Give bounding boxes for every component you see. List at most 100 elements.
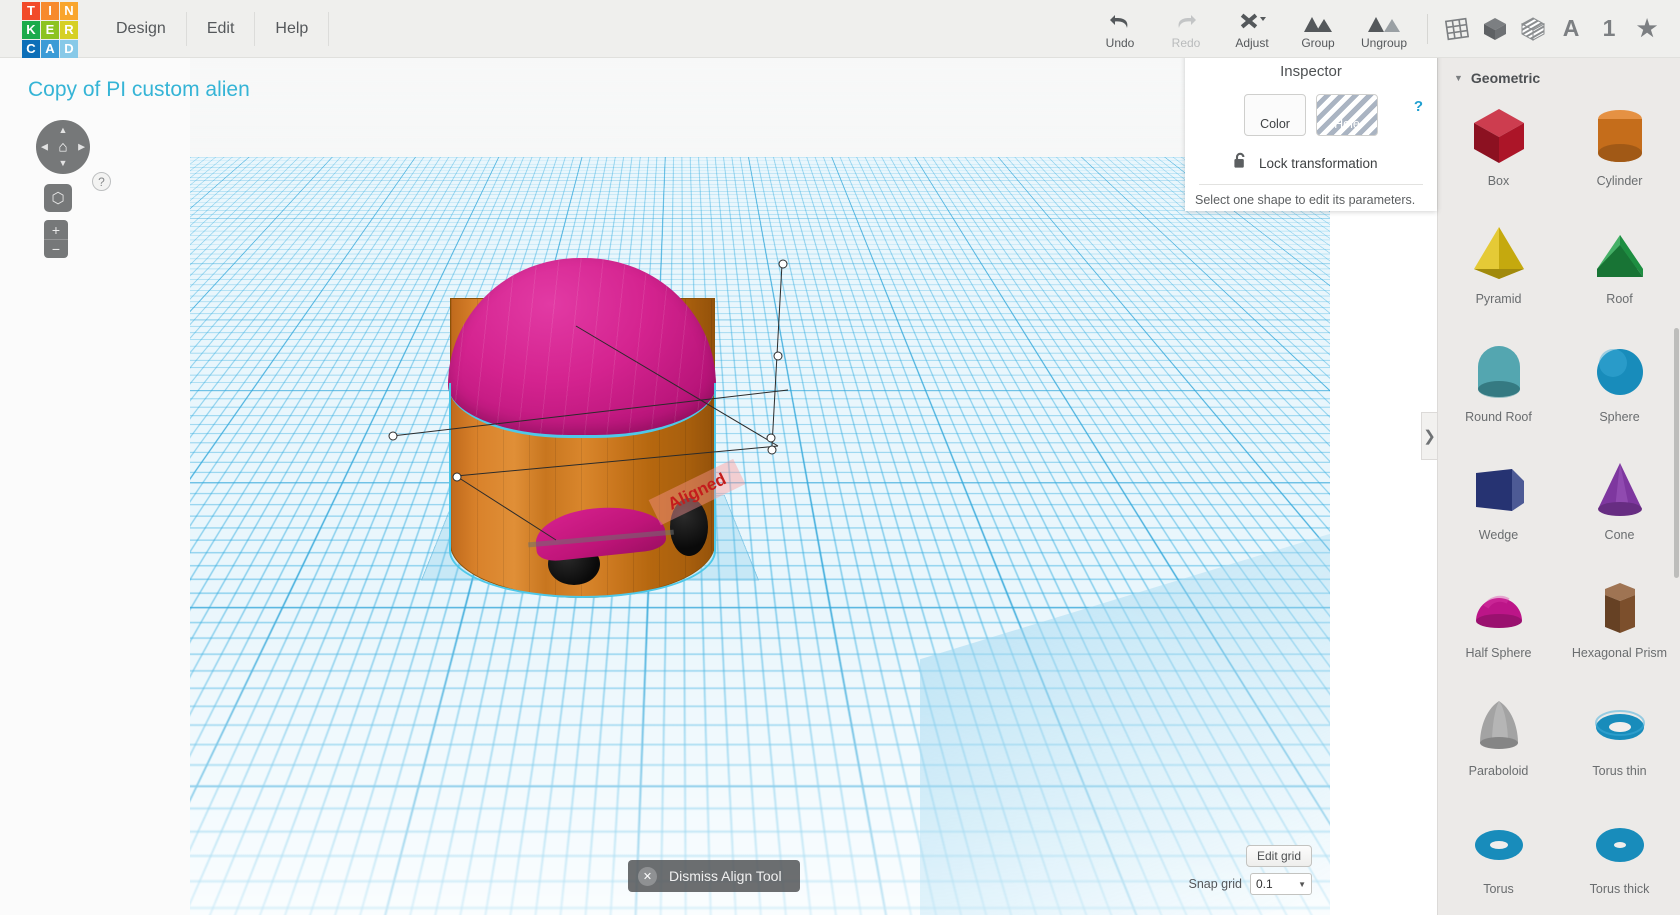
inspector-panel: Inspector ? Color Hole Lock transformati…: [1185, 53, 1437, 211]
redo-button[interactable]: Redo: [1153, 0, 1219, 58]
cylinder-thumbnail-icon: [1585, 96, 1655, 176]
shape-item-sphere[interactable]: Sphere: [1559, 332, 1680, 444]
zoom-out-button[interactable]: −: [44, 239, 68, 258]
unlock-icon: [1234, 152, 1248, 174]
shape-item-roof[interactable]: Roof: [1559, 214, 1680, 326]
orbit-right-icon[interactable]: ▶: [78, 142, 85, 152]
lock-transformation-row[interactable]: Lock transformation: [1234, 152, 1437, 174]
shape-library-panel: ▼ Geometric Box Cylinder Pyramid Roof Round …: [1437, 58, 1680, 915]
color-swatch-button[interactable]: Color: [1244, 94, 1306, 136]
torus-thick-thumbnail-icon: [1585, 804, 1655, 884]
dismiss-align-tool-button[interactable]: ✕ Dismiss Align Tool: [628, 860, 800, 892]
number-icon[interactable]: 1: [1590, 0, 1628, 58]
torus-thumbnail-icon: [1464, 804, 1534, 884]
shape-label: Torus thick: [1589, 882, 1650, 896]
shape-item-cylinder[interactable]: Cylinder: [1559, 96, 1680, 208]
box-thumbnail-icon: [1464, 96, 1534, 176]
torus-thin-thumbnail-icon: [1585, 686, 1655, 766]
library-scrollbar[interactable]: [1674, 328, 1679, 578]
top-toolbar: TINKERCAD Design Edit Help Undo Redo Adj…: [0, 0, 1680, 58]
ungroup-label: Ungroup: [1360, 36, 1408, 50]
hex-prism-thumbnail-icon: [1585, 568, 1655, 648]
logo-tile-n: N: [60, 1, 78, 20]
shape-label: Cylinder: [1596, 174, 1643, 188]
tinkercad-logo[interactable]: TIN KER CAD: [22, 1, 78, 58]
logo-tile-a: A: [41, 39, 59, 58]
logo-tile-i: I: [41, 1, 59, 20]
inspector-help-icon[interactable]: ?: [1414, 98, 1423, 115]
zoom-controls[interactable]: + −: [44, 220, 68, 258]
3d-canvas[interactable]: Copy of PI custom alien ▲ ▼ ◀ ▶ ⌂ ⬡ + − …: [0, 58, 1330, 915]
shape-item-paraboloid[interactable]: Paraboloid: [1438, 686, 1559, 798]
snap-grid-select[interactable]: 0.1 ▼: [1250, 873, 1312, 895]
orbit-up-icon[interactable]: ▲: [59, 126, 68, 135]
adjust-icon: [1237, 7, 1267, 33]
shape-item-half-sphere[interactable]: Half Sphere: [1438, 568, 1559, 680]
shape-item-torus[interactable]: Torus: [1438, 804, 1559, 915]
color-swatch-label: Color: [1260, 117, 1290, 131]
shape-label: Hexagonal Prism: [1571, 646, 1668, 660]
shape-label: Roof: [1606, 292, 1633, 306]
roof-thumbnail-icon: [1585, 214, 1655, 294]
snap-grid-value: 0.1: [1256, 877, 1273, 891]
shape-item-pyramid[interactable]: Pyramid: [1438, 214, 1559, 326]
undo-label: Undo: [1105, 36, 1135, 50]
library-category-header[interactable]: ▼ Geometric: [1438, 58, 1680, 96]
shape-label: Paraboloid: [1468, 764, 1529, 778]
alien-model[interactable]: Aligned: [380, 188, 800, 658]
group-button[interactable]: Group: [1285, 0, 1351, 58]
zoom-in-button[interactable]: +: [44, 220, 68, 239]
shape-item-torus-thin[interactable]: Torus thin: [1559, 686, 1680, 798]
logo-tile-c: C: [22, 39, 40, 58]
shape-label: Torus thin: [1592, 764, 1647, 778]
ungroup-button[interactable]: Ungroup: [1351, 0, 1417, 58]
menu-design[interactable]: Design: [100, 11, 187, 46]
orbit-down-icon[interactable]: ▼: [59, 159, 68, 168]
group-label: Group: [1301, 36, 1335, 50]
edit-grid-button[interactable]: Edit grid: [1245, 845, 1312, 867]
toolbar-actions: Undo Redo Adjust Group Ungroup A 1 ★: [1087, 0, 1680, 58]
logo-tile-e: E: [41, 20, 59, 39]
shape-item-hex-prism[interactable]: Hexagonal Prism: [1559, 568, 1680, 680]
solid-cube-icon[interactable]: [1476, 0, 1514, 58]
main-menu: Design Edit Help: [100, 0, 330, 58]
inspector-swatches: Color Hole: [1185, 94, 1437, 136]
undo-icon: [1107, 7, 1133, 33]
shape-grid: Box Cylinder Pyramid Roof Round Roof Sphere We…: [1438, 96, 1680, 915]
adjust-button[interactable]: Adjust: [1219, 0, 1285, 58]
shape-label: Sphere: [1599, 410, 1640, 424]
logo-tile-t: T: [22, 1, 40, 20]
shape-item-wedge[interactable]: Wedge: [1438, 450, 1559, 562]
hole-cube-icon[interactable]: [1514, 0, 1552, 58]
half-sphere-thumbnail-icon: [1464, 568, 1534, 648]
shape-item-round-roof[interactable]: Round Roof: [1438, 332, 1559, 444]
ungroup-icon: [1367, 7, 1401, 33]
redo-label: Redo: [1171, 36, 1201, 50]
logo-tile-d: D: [60, 39, 78, 58]
orbit-left-icon[interactable]: ◀: [41, 142, 48, 152]
workplane-grid-icon[interactable]: [1438, 0, 1476, 58]
menu-help[interactable]: Help: [255, 11, 330, 46]
close-icon[interactable]: ✕: [638, 866, 657, 886]
home-view-icon[interactable]: ⌂: [58, 139, 67, 156]
view-navigation-widget[interactable]: ▲ ▼ ◀ ▶ ⌂ ⬡ + −: [36, 120, 90, 258]
menu-edit[interactable]: Edit: [187, 11, 256, 46]
design-title[interactable]: Copy of PI custom alien: [28, 78, 250, 102]
shape-item-torus-thick[interactable]: Torus thick: [1559, 804, 1680, 915]
canvas-help-icon[interactable]: ?: [92, 172, 111, 191]
shape-item-cone[interactable]: Cone: [1559, 450, 1680, 562]
collapse-library-button[interactable]: ❯: [1421, 412, 1437, 460]
cone-thumbnail-icon: [1585, 450, 1655, 530]
text-icon[interactable]: A: [1552, 0, 1590, 58]
fit-view-cube-icon[interactable]: ⬡: [44, 184, 72, 212]
toolbar-divider: [1427, 13, 1428, 44]
tinkercad-app: TINKERCAD Design Edit Help Undo Redo Adj…: [0, 0, 1680, 915]
orbit-disc[interactable]: ▲ ▼ ◀ ▶ ⌂: [36, 120, 90, 174]
shape-item-box[interactable]: Box: [1438, 96, 1559, 208]
undo-button[interactable]: Undo: [1087, 0, 1153, 58]
favorites-star-icon[interactable]: ★: [1628, 0, 1666, 58]
hole-swatch-label: Hole: [1334, 117, 1360, 131]
hole-swatch-button[interactable]: Hole: [1316, 94, 1378, 136]
pyramid-thumbnail-icon: [1464, 214, 1534, 294]
logo-tile-r: R: [60, 20, 78, 39]
